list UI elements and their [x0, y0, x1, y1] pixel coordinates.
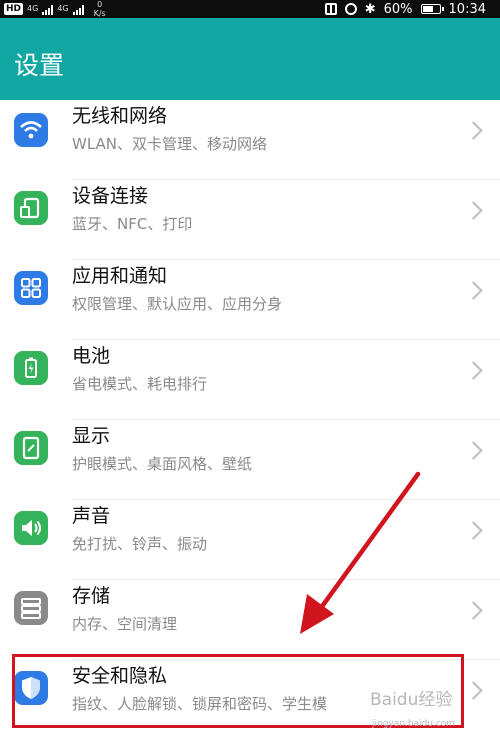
- bluetooth-icon: ✱: [364, 1, 376, 17]
- chevron-right-icon: [464, 681, 483, 700]
- battery-percent: 60%: [383, 1, 413, 17]
- setting-item-sound[interactable]: 声音 免打扰、铃声、振动: [0, 500, 500, 580]
- setting-item-display[interactable]: 显示 护眼模式、桌面风格、壁纸: [0, 420, 500, 500]
- chevron-right-icon: [464, 281, 483, 300]
- setting-title: 设备连接: [72, 185, 149, 207]
- nfc-icon: [324, 3, 337, 15]
- page-title: 设置: [14, 51, 65, 80]
- signal-icon-2: [72, 4, 84, 15]
- setting-item-device-connection[interactable]: 设备连接 蓝牙、NFC、打印: [0, 180, 500, 260]
- setting-title: 声音: [72, 505, 111, 527]
- wifi-icon: [14, 113, 48, 147]
- setting-subtitle: WLAN、双卡管理、移动网络: [72, 135, 268, 153]
- hd-badge: HD: [4, 3, 24, 15]
- setting-title: 无线和网络: [72, 105, 168, 127]
- chevron-right-icon: [464, 521, 483, 540]
- chevron-right-icon: [464, 361, 483, 380]
- setting-subtitle: 护眼模式、桌面风格、壁纸: [72, 455, 253, 473]
- alarm-icon: [344, 3, 357, 15]
- chevron-right-icon: [464, 121, 483, 140]
- setting-title: 应用和通知: [72, 265, 168, 287]
- setting-subtitle: 蓝牙、NFC、打印: [72, 215, 193, 233]
- clock: 10:34: [448, 1, 486, 17]
- setting-item-wireless[interactable]: 无线和网络 WLAN、双卡管理、移动网络: [0, 100, 500, 180]
- chevron-right-icon: [464, 601, 483, 620]
- setting-item-storage[interactable]: 存储 内存、空间清理: [0, 580, 500, 660]
- setting-item-battery[interactable]: 电池 省电模式、耗电排行: [0, 340, 500, 420]
- status-bar: HD 4G 4G 0 K/s ✱ 60% 10:34: [0, 0, 500, 18]
- setting-subtitle: 免打扰、铃声、振动: [72, 535, 208, 553]
- setting-title: 电池: [72, 345, 111, 367]
- device-connection-icon: [14, 191, 48, 225]
- apps-grid-icon: [14, 271, 48, 305]
- setting-title: 存储: [72, 585, 111, 607]
- watermark: Baidu经验: [370, 690, 453, 710]
- network-type-1: 4G: [27, 4, 39, 13]
- setting-subtitle: 省电模式、耗电排行: [72, 375, 208, 393]
- display-icon: [14, 431, 48, 465]
- setting-subtitle: 内存、空间清理: [72, 615, 178, 633]
- signal-icon: [42, 4, 54, 15]
- app-bar: 设置: [0, 18, 500, 100]
- chevron-right-icon: [464, 441, 483, 460]
- setting-subtitle: 权限管理、默认应用、应用分身: [72, 295, 283, 313]
- battery-icon: [14, 351, 48, 385]
- setting-item-apps-notifications[interactable]: 应用和通知 权限管理、默认应用、应用分身: [0, 260, 500, 340]
- setting-title: 显示: [72, 425, 111, 447]
- storage-icon: [14, 591, 48, 625]
- network-speed: 0 K/s: [93, 0, 106, 18]
- chevron-right-icon: [464, 201, 483, 220]
- battery-status-icon: [420, 4, 444, 14]
- speaker-icon: [14, 511, 48, 545]
- network-type-2: 4G: [57, 4, 69, 13]
- watermark-url: jingyan.baidu.com: [372, 719, 456, 729]
